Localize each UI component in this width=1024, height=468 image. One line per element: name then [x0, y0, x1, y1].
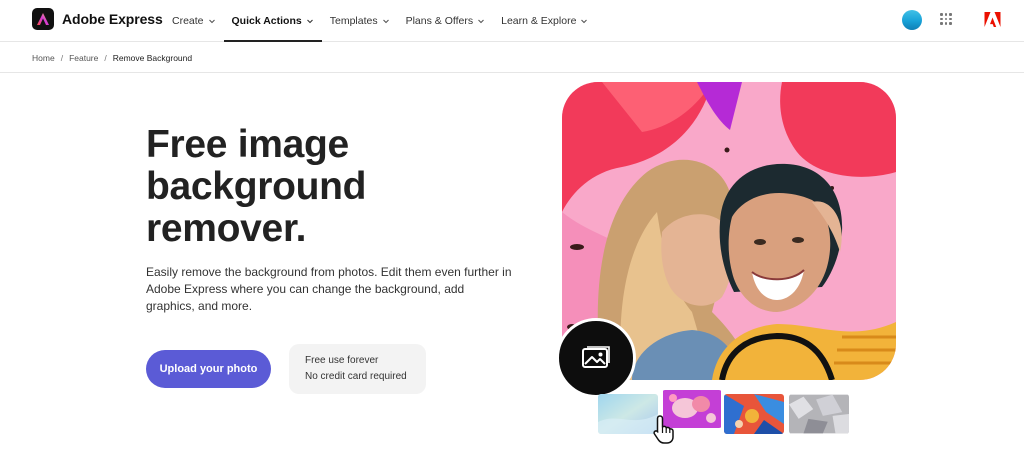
upload-photo-button[interactable]: Upload your photo [146, 350, 271, 388]
chevron-down-icon [208, 19, 215, 24]
adobe-express-logo-icon [32, 8, 54, 30]
top-navigation: Adobe Express Create Quick Actions Templ… [0, 0, 1024, 42]
sample-thumbnail[interactable] [789, 394, 849, 434]
breadcrumb-separator: / [104, 53, 107, 63]
image-upload-badge[interactable] [556, 318, 636, 398]
nav-plans-offers-label: Plans & Offers [405, 15, 474, 27]
hand-pointer-icon [653, 415, 674, 444]
nav-learn-explore[interactable]: Learn & Explore [493, 0, 596, 42]
chevron-down-icon [478, 19, 484, 24]
chevron-down-icon [581, 19, 588, 24]
divider [0, 72, 1024, 73]
nav-quick-actions[interactable]: Quick Actions [223, 0, 322, 42]
breadcrumb-home[interactable]: Home [32, 53, 55, 63]
page-title: Free image background remover. [146, 123, 367, 250]
free-use-line: Free use forever [305, 355, 379, 366]
hero-description: Easily remove the background from photos… [146, 265, 512, 313]
no-credit-card-line: No credit card required [305, 371, 407, 382]
nav-create[interactable]: Create [172, 0, 224, 42]
breadcrumb-current: Remove Background [112, 53, 193, 63]
brand[interactable]: Adobe Express [32, 8, 163, 30]
nav-quick-actions-label: Quick Actions [231, 15, 302, 27]
nav-templates[interactable]: Templates [322, 0, 398, 42]
chevron-down-icon [306, 19, 313, 24]
brand-name: Adobe Express [62, 11, 163, 27]
sample-thumbnail[interactable] [724, 394, 784, 434]
chevron-down-icon [382, 19, 389, 24]
nav-plans-offers[interactable]: Plans & Offers [398, 0, 494, 42]
nav-learn-explore-label: Learn & Explore [501, 15, 577, 27]
breadcrumb: Home / Feature / Remove Background [32, 53, 192, 63]
nav-create-label: Create [172, 15, 204, 27]
image-icon [582, 346, 610, 368]
main-nav: Create Quick Actions Templates Plans & O… [172, 0, 596, 42]
breadcrumb-feature[interactable]: Feature [69, 53, 98, 63]
sample-thumbnail[interactable] [598, 394, 658, 434]
breadcrumb-separator: / [60, 53, 64, 63]
adobe-logo-icon[interactable] [984, 11, 1001, 28]
user-avatar[interactable] [902, 10, 922, 30]
app-grid-icon[interactable] [940, 13, 952, 25]
free-use-note: Free use forever No credit card required [289, 344, 426, 394]
nav-templates-label: Templates [329, 15, 378, 27]
